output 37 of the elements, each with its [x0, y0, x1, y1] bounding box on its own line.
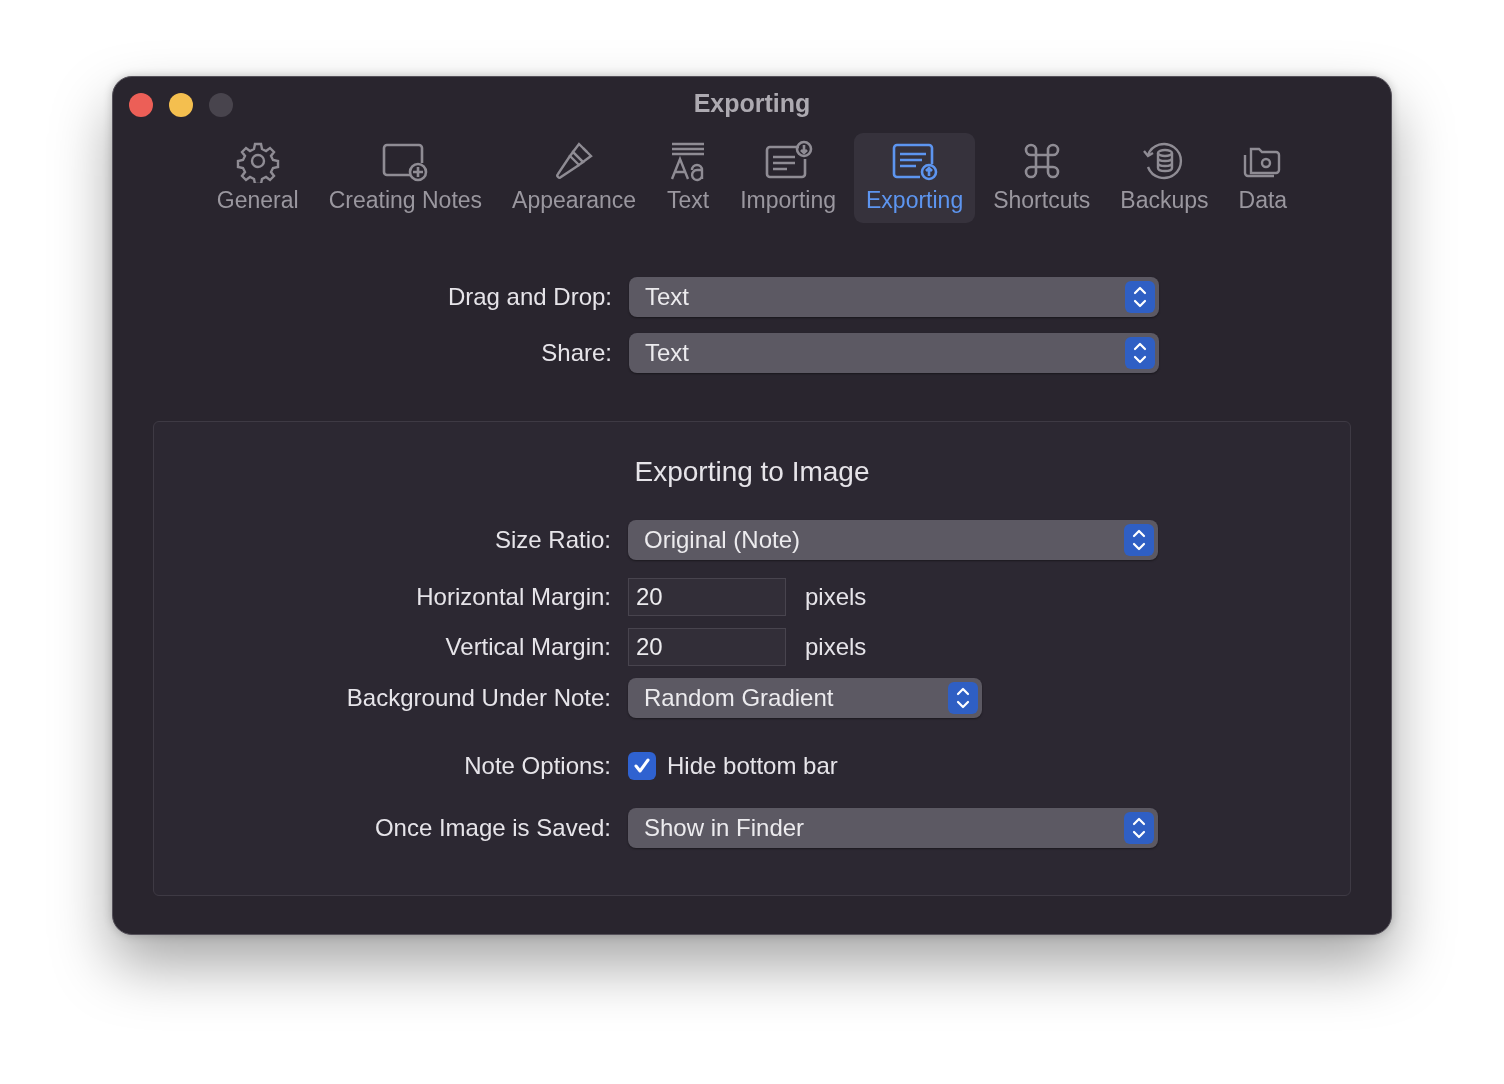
minimize-button[interactable]	[169, 92, 193, 117]
input-field[interactable]: 20	[628, 578, 786, 616]
field-label: Size Ratio:	[493, 526, 611, 554]
window-title: Exporting	[693, 89, 811, 118]
toolbar-tab[interactable]: Text	[654, 133, 723, 223]
toolbar-tab[interactable]: Importing	[728, 133, 848, 223]
toolbar-tab[interactable]: General	[204, 133, 311, 223]
field-label: Drag and Drop:	[446, 283, 612, 311]
group-title: Exporting to Image	[633, 456, 871, 488]
checkbox-label[interactable]: Hide bottom bar	[667, 752, 838, 780]
field-label: Once Image is Saved:	[373, 814, 611, 842]
toolbar-tab[interactable]: Backups	[1108, 133, 1221, 223]
field-label: Horizontal Margin:	[415, 583, 611, 611]
stepper-icon	[948, 682, 978, 714]
field-label: Note Options:	[463, 752, 611, 780]
field-label: Share:	[540, 339, 612, 367]
popup-menu[interactable]: Text	[629, 333, 1159, 373]
popup-menu[interactable]: Original (Note)	[628, 520, 1158, 560]
popup-menu[interactable]: Show in Finder	[628, 808, 1158, 848]
field-label: Vertical Margin:	[444, 633, 611, 661]
unit-label: pixels	[805, 583, 867, 611]
input-field[interactable]: 20	[628, 628, 786, 666]
close-button[interactable]	[129, 92, 153, 117]
field-label: Background Under Note:	[345, 684, 611, 712]
checkbox[interactable]	[628, 752, 656, 780]
unit-label: pixels	[805, 633, 867, 661]
popup-menu[interactable]: Text	[629, 277, 1159, 317]
toolbar-tab[interactable]: Creating Notes	[316, 133, 495, 223]
toolbar-tab[interactable]: Appearance	[500, 133, 649, 223]
stepper-icon	[1125, 337, 1155, 369]
stepper-icon	[1124, 524, 1154, 556]
toolbar-tab[interactable]: Exporting	[854, 133, 976, 223]
stepper-icon	[1124, 812, 1154, 844]
popup-menu[interactable]: Random Gradient	[628, 678, 982, 718]
toolbar-tab[interactable]: Shortcuts	[981, 133, 1103, 223]
stepper-icon	[1125, 281, 1155, 313]
toolbar-tab[interactable]: Data	[1226, 133, 1300, 223]
